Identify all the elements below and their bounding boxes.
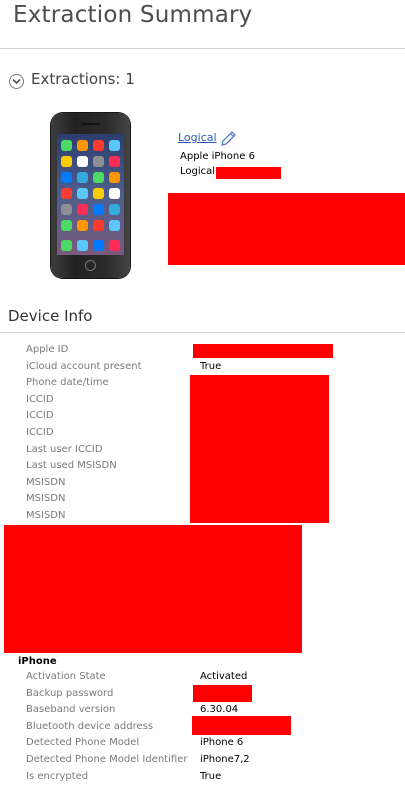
app-icon [109, 188, 120, 199]
info-label: ICCID [26, 410, 54, 422]
device-name: Apple iPhone 6 [180, 151, 255, 162]
info-label: Last user ICCID [26, 443, 103, 455]
iphone-image [51, 113, 130, 278]
info-value: 6.30.04 [200, 704, 239, 716]
info-value: Activated [200, 671, 248, 682]
redaction-block [192, 716, 291, 735]
app-icon [61, 156, 72, 167]
info-label: ICCID [26, 427, 54, 438]
pencil-icon[interactable] [219, 129, 238, 148]
page-title: Extraction Summary [13, 2, 253, 28]
app-icon [109, 156, 120, 167]
info-value: iPhone7,2 [200, 754, 250, 765]
app-icon [109, 140, 120, 151]
info-label: ICCID [26, 393, 54, 405]
app-icon [77, 140, 88, 151]
collapse-extractions-icon[interactable] [9, 74, 24, 89]
info-label: Bluetooth device address [26, 720, 154, 732]
info-label: Backup password [26, 687, 114, 699]
info-label: Detected Phone Model Identifier [26, 754, 188, 765]
info-value: True [200, 770, 222, 782]
app-icon [93, 140, 104, 151]
redaction-block [190, 375, 329, 523]
iphone-group-heading: iPhone [18, 656, 57, 667]
app-icon [109, 172, 120, 183]
title-divider [0, 48, 405, 49]
section-divider [0, 332, 405, 333]
app-icon [93, 172, 104, 183]
app-icon [93, 156, 104, 167]
app-icon [93, 220, 104, 231]
dock-app-icon [61, 240, 72, 251]
app-icon [77, 172, 88, 183]
app-icon [77, 204, 88, 215]
dock-app-icon [109, 240, 120, 251]
app-icon [77, 188, 88, 199]
info-label: MSISDN [26, 493, 66, 505]
info-label: Phone date/time [26, 377, 109, 389]
app-icon [61, 188, 72, 199]
info-label: Last used MSISDN [26, 460, 117, 472]
app-icon [93, 204, 104, 215]
info-label: Apple ID [26, 344, 69, 355]
info-value: True [200, 360, 222, 372]
redaction-block [193, 344, 333, 358]
info-label: MSISDN [26, 510, 66, 521]
extractions-heading: Extractions: 1 [31, 70, 135, 88]
app-icon [77, 156, 88, 167]
info-label: MSISDN [26, 476, 66, 488]
app-icon [109, 204, 120, 215]
app-icon [77, 220, 88, 231]
app-icon [61, 140, 72, 151]
dock-app-icon [77, 240, 88, 251]
info-label: Activation State [26, 671, 106, 682]
dock-app-icon [93, 240, 104, 251]
info-label: iCloud account present [26, 360, 142, 372]
app-icon [61, 172, 72, 183]
app-icon [93, 188, 104, 199]
device-info-heading: Device Info [8, 307, 93, 325]
app-icon [61, 204, 72, 215]
info-value: iPhone 6 [200, 737, 244, 749]
info-label: Detected Phone Model [26, 737, 140, 749]
info-label: Is encrypted [26, 770, 89, 782]
app-icon [109, 220, 120, 231]
extraction-type: Logical [180, 166, 216, 177]
redaction-block [216, 167, 281, 179]
extraction-logical-link[interactable]: Logical [178, 131, 217, 144]
redaction-block [193, 685, 252, 702]
info-label: Baseband version [26, 704, 116, 716]
app-icon [61, 220, 72, 231]
redaction-block [168, 193, 405, 265]
redaction-block [4, 525, 302, 653]
